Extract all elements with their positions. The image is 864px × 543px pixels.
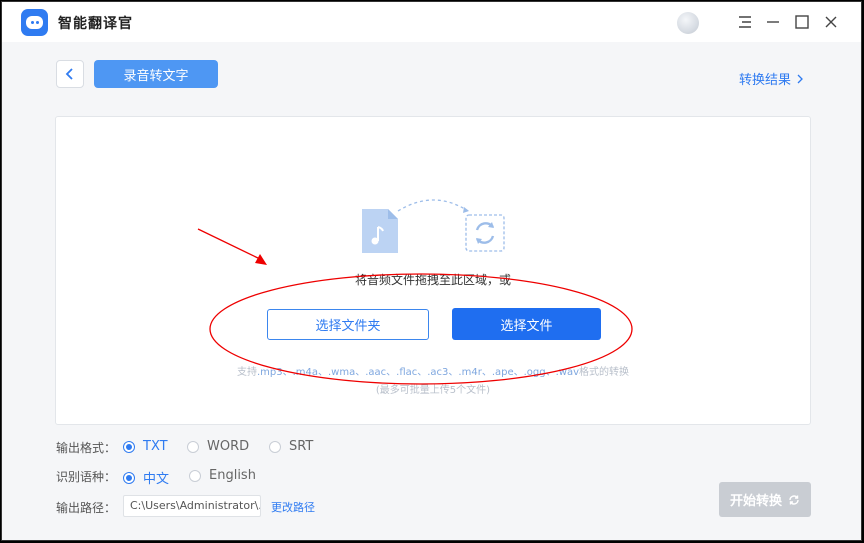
language-radio-chinese[interactable]: 中文 bbox=[123, 468, 169, 487]
file-drop-zone[interactable]: 将音频文件拖拽至此区域，或 选择文件夹 选择文件 支持.mp3、.m4a、.wm… bbox=[55, 116, 811, 425]
radio-dot bbox=[123, 471, 135, 484]
format-radio-srt[interactable]: SRT bbox=[269, 439, 313, 454]
drop-hint: 将音频文件拖拽至此区域，或 bbox=[354, 273, 511, 287]
change-path-link[interactable]: 更改路径 bbox=[271, 499, 315, 515]
app-logo-icon bbox=[21, 9, 48, 36]
drop-illustration bbox=[362, 199, 505, 253]
formats-prefix: 支持 bbox=[236, 367, 257, 378]
radio-dot bbox=[269, 440, 281, 453]
format-radio-label: TXT bbox=[143, 439, 168, 454]
formats-suffix: 格式的转换 bbox=[579, 367, 630, 378]
results-link[interactable]: 转换结果 bbox=[739, 69, 803, 88]
radio-dot bbox=[123, 440, 135, 453]
output-path-field[interactable]: C:\Users\Administrator\... bbox=[123, 495, 261, 517]
radio-dot bbox=[189, 469, 201, 482]
back-chevron-icon bbox=[65, 68, 73, 80]
audio-file-icon bbox=[362, 209, 398, 253]
upload-limit-note: (最多可批量上传5个文件) bbox=[375, 385, 491, 396]
select-folder-button[interactable]: 选择文件夹 bbox=[267, 309, 429, 340]
formats-list: .mp3、.m4a、.wma、.aac、.flac、.ac3、.m4r、.ape… bbox=[256, 367, 580, 378]
language-radio-label: English bbox=[209, 468, 256, 483]
output-format-label: 输出格式： bbox=[56, 441, 117, 455]
supported-formats-note: 支持.mp3、.m4a、.wma、.aac、.flac、.ac3、.m4r、.a… bbox=[56, 363, 810, 378]
results-link-label: 转换结果 bbox=[739, 73, 792, 88]
app-window: 智能翻译官 录音转文字 转换结果 将音频文件拖拽至此区域，或 选择文件夹 选择文… bbox=[1, 1, 862, 541]
back-button[interactable] bbox=[56, 60, 84, 88]
convert-icon bbox=[465, 214, 505, 252]
format-radio-txt[interactable]: TXT bbox=[123, 439, 168, 454]
close-icon[interactable] bbox=[819, 10, 843, 34]
menu-icon[interactable] bbox=[733, 10, 757, 34]
radio-dot bbox=[187, 440, 199, 453]
tab-audio-to-text[interactable]: 录音转文字 bbox=[94, 60, 218, 88]
format-radio-word[interactable]: WORD bbox=[187, 439, 249, 454]
chevron-right-icon bbox=[797, 74, 803, 83]
output-path-label: 输出路径： bbox=[56, 501, 117, 515]
maximize-icon[interactable] bbox=[790, 10, 814, 34]
avatar[interactable] bbox=[677, 12, 699, 34]
language-radio-label: 中文 bbox=[143, 472, 170, 487]
format-radio-label: WORD bbox=[207, 439, 250, 454]
title-bar: 智能翻译官 bbox=[2, 2, 861, 42]
language-label: 识别语种： bbox=[56, 470, 117, 484]
app-title: 智能翻译官 bbox=[58, 16, 133, 32]
refresh-icon bbox=[789, 494, 799, 505]
minimize-icon[interactable] bbox=[761, 10, 785, 34]
select-file-button[interactable]: 选择文件 bbox=[452, 308, 601, 340]
language-radio-english[interactable]: English bbox=[189, 468, 256, 483]
format-radio-label: SRT bbox=[289, 439, 314, 454]
start-convert-button[interactable]: 开始转换 bbox=[719, 482, 811, 517]
start-convert-label: 开始转换 bbox=[729, 494, 782, 509]
